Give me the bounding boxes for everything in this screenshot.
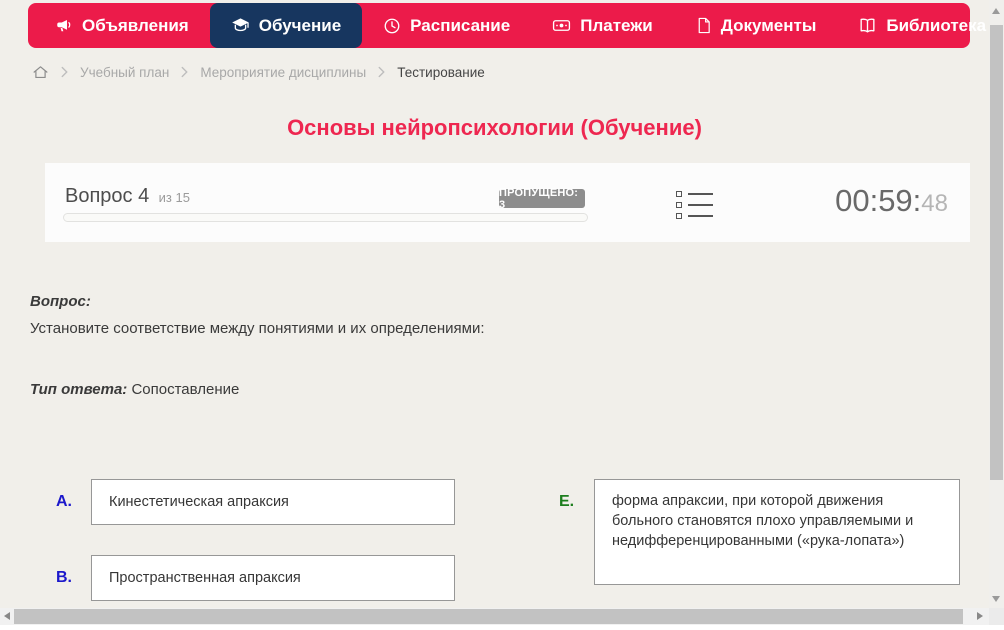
nav-item-documents[interactable]: Документы bbox=[674, 3, 838, 48]
nav-item-label: Объявления bbox=[82, 15, 189, 35]
main-nav: Объявления Обучение Расписание Платежи Д… bbox=[28, 3, 1004, 48]
home-icon[interactable] bbox=[32, 64, 49, 81]
timer-seconds: 48 bbox=[921, 190, 948, 217]
match-target-b[interactable]: Пространственная апраксия bbox=[91, 555, 455, 601]
match-letter-a: А. bbox=[56, 493, 72, 510]
question-number: Вопрос 4 bbox=[65, 185, 150, 207]
bottom-strip bbox=[0, 625, 1004, 630]
question-text: Установите соответствие между понятиями … bbox=[30, 320, 485, 337]
question-body: Вопрос: Установите соответствие между по… bbox=[0, 242, 989, 398]
page-title: Основы нейропсихологии (Обучение) bbox=[287, 115, 702, 140]
match-row-e: Е. форма апраксии, при которой движения … bbox=[545, 479, 960, 585]
match-text-a: Кинестетическая апраксия bbox=[109, 494, 289, 510]
match-row-b: В. Пространственная апраксия bbox=[45, 555, 455, 601]
chevron-right-icon bbox=[60, 66, 69, 78]
breadcrumb-item-discipline-event[interactable]: Мероприятие дисциплины bbox=[200, 65, 366, 80]
scroll-down-arrow-icon[interactable] bbox=[992, 596, 1000, 602]
nav-item-library[interactable]: Библиотека bbox=[837, 3, 1004, 48]
match-target-a[interactable]: Кинестетическая апраксия bbox=[91, 479, 455, 525]
question-title: Вопрос 4 из 15 bbox=[65, 185, 190, 208]
question-progress-bar bbox=[63, 213, 588, 222]
nav-item-label: Библиотека bbox=[886, 15, 987, 35]
breadcrumb-item-testing: Тестирование bbox=[397, 64, 485, 80]
question-heading: Вопрос: bbox=[30, 293, 91, 310]
nav-item-label: Платежи bbox=[580, 15, 653, 35]
scroll-up-arrow-icon[interactable] bbox=[992, 8, 1000, 14]
megaphone-icon bbox=[55, 17, 73, 35]
chevron-right-icon bbox=[377, 66, 386, 78]
nav-item-label: Расписание bbox=[410, 15, 511, 35]
horizontal-scrollbar[interactable] bbox=[0, 608, 989, 625]
timer-hours-minutes: 00:59: bbox=[835, 183, 922, 218]
horizontal-scrollbar-thumb[interactable] bbox=[14, 609, 963, 624]
vertical-scrollbar[interactable] bbox=[989, 0, 1004, 608]
page-content: Объявления Обучение Расписание Платежи Д… bbox=[0, 0, 1004, 608]
nav-item-announcements[interactable]: Объявления bbox=[34, 3, 210, 48]
nav-item-learning[interactable]: Обучение bbox=[209, 3, 363, 48]
page: Объявления Обучение Расписание Платежи Д… bbox=[0, 0, 1004, 630]
answer-type: Тип ответа: Сопоставление bbox=[30, 381, 989, 398]
match-letter-e: Е. bbox=[559, 493, 575, 510]
nav-item-schedule[interactable]: Расписание bbox=[362, 3, 531, 48]
nav-item-payments[interactable]: Платежи bbox=[531, 3, 674, 48]
matching-area: А. Кинестетическая апраксия В. Пространс… bbox=[0, 479, 989, 601]
nav-item-label: Обучение bbox=[258, 15, 342, 35]
timer: 00:59:48 bbox=[835, 183, 948, 219]
skipped-badge: ПРОПУЩЕНО: 3 bbox=[499, 187, 585, 211]
cash-icon bbox=[552, 16, 571, 35]
match-text-b: Пространственная апраксия bbox=[109, 570, 301, 586]
matching-right-column: Е. форма апраксии, при которой движения … bbox=[545, 479, 960, 601]
question-list-icon[interactable] bbox=[676, 191, 713, 219]
question-counter: из 15 bbox=[158, 190, 190, 205]
breadcrumb: Учебный план Мероприятие дисциплины Тест… bbox=[32, 62, 485, 82]
answer-type-value: Сопоставление bbox=[131, 381, 240, 398]
match-source-e[interactable]: форма апраксии, при которой движения бол… bbox=[594, 479, 960, 585]
scrollbar-corner bbox=[989, 608, 1004, 625]
breadcrumb-item-curriculum[interactable]: Учебный план bbox=[80, 65, 169, 80]
scroll-right-arrow-icon[interactable] bbox=[977, 612, 983, 620]
question-panel: Вопрос 4 из 15 ПРОПУЩЕНО: 3 00:59:48 bbox=[45, 163, 970, 242]
vertical-scrollbar-thumb[interactable] bbox=[990, 25, 1003, 480]
nav-item-label: Документы bbox=[720, 15, 817, 35]
document-icon bbox=[695, 17, 712, 34]
clock-icon bbox=[383, 17, 401, 35]
match-row-a: А. Кинестетическая апраксия bbox=[45, 479, 455, 525]
graduation-cap-icon bbox=[231, 16, 250, 35]
scroll-left-arrow-icon[interactable] bbox=[4, 612, 10, 620]
answer-type-label: Тип ответа: bbox=[30, 381, 128, 398]
chevron-right-icon bbox=[180, 66, 189, 78]
match-text-e: форма апраксии, при которой движения бол… bbox=[612, 493, 914, 549]
match-letter-b: В. bbox=[56, 569, 72, 586]
book-icon bbox=[858, 16, 877, 35]
matching-left-column: А. Кинестетическая апраксия В. Пространс… bbox=[45, 479, 455, 601]
